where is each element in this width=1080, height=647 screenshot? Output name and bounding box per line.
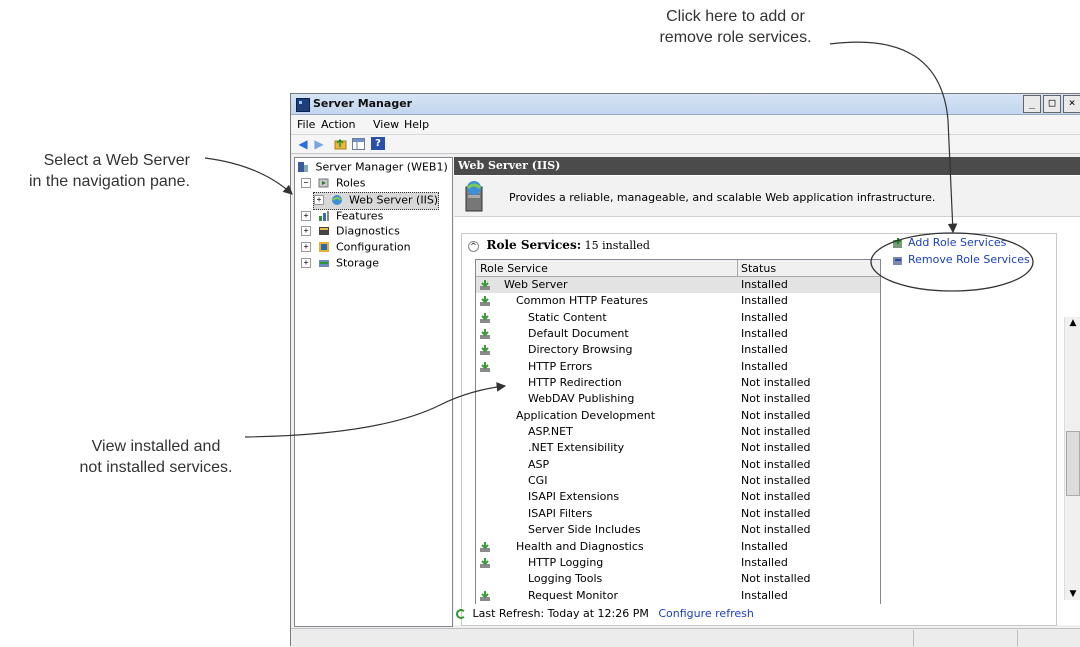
- arrow-to-services: [244, 382, 507, 438]
- arrow-to-add-remove: [829, 41, 958, 234]
- annotation-layer: [204, 41, 1034, 438]
- highlight-oval: [870, 232, 1034, 292]
- arrow-to-web-server: [204, 157, 293, 195]
